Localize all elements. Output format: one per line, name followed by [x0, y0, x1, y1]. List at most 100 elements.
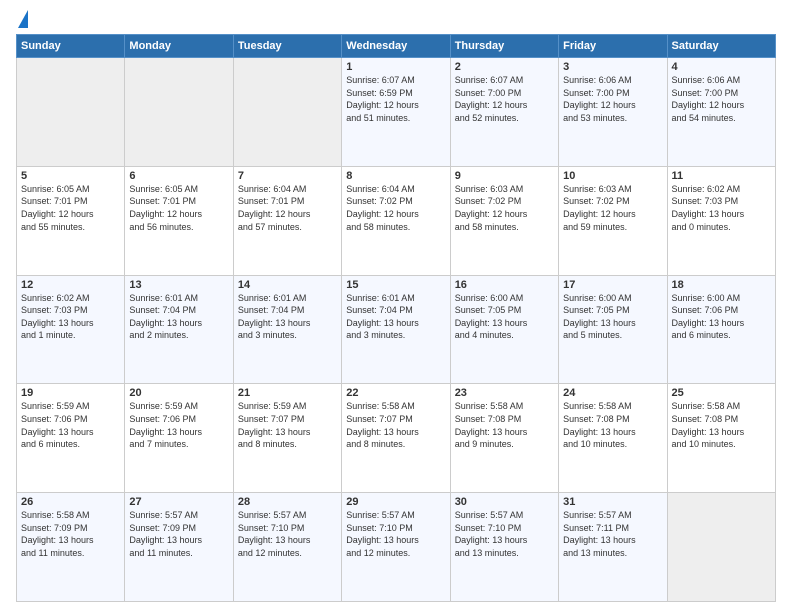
- day-info-text: Sunrise: 5:59 AM Sunset: 7:06 PM Dayligh…: [21, 400, 120, 450]
- weekday-header-thursday: Thursday: [450, 35, 558, 58]
- day-number: 13: [129, 279, 228, 291]
- day-number: 8: [346, 170, 445, 182]
- header: [16, 12, 776, 28]
- calendar-cell: 13Sunrise: 6:01 AM Sunset: 7:04 PM Dayli…: [125, 275, 233, 384]
- day-number: 16: [455, 279, 554, 291]
- calendar-week-row: 12Sunrise: 6:02 AM Sunset: 7:03 PM Dayli…: [17, 275, 776, 384]
- calendar-week-row: 1Sunrise: 6:07 AM Sunset: 6:59 PM Daylig…: [17, 58, 776, 167]
- day-number: 21: [238, 387, 337, 399]
- calendar-cell: 31Sunrise: 5:57 AM Sunset: 7:11 PM Dayli…: [559, 493, 667, 602]
- day-info-text: Sunrise: 5:58 AM Sunset: 7:07 PM Dayligh…: [346, 400, 445, 450]
- weekday-header-monday: Monday: [125, 35, 233, 58]
- calendar-cell: 10Sunrise: 6:03 AM Sunset: 7:02 PM Dayli…: [559, 166, 667, 275]
- day-number: 31: [563, 496, 662, 508]
- calendar-cell: 20Sunrise: 5:59 AM Sunset: 7:06 PM Dayli…: [125, 384, 233, 493]
- weekday-header-saturday: Saturday: [667, 35, 775, 58]
- calendar-cell: 21Sunrise: 5:59 AM Sunset: 7:07 PM Dayli…: [233, 384, 341, 493]
- calendar-cell: 9Sunrise: 6:03 AM Sunset: 7:02 PM Daylig…: [450, 166, 558, 275]
- day-info-text: Sunrise: 5:59 AM Sunset: 7:06 PM Dayligh…: [129, 400, 228, 450]
- calendar-body: 1Sunrise: 6:07 AM Sunset: 6:59 PM Daylig…: [17, 58, 776, 602]
- day-number: 17: [563, 279, 662, 291]
- weekday-header-wednesday: Wednesday: [342, 35, 450, 58]
- calendar-cell: 24Sunrise: 5:58 AM Sunset: 7:08 PM Dayli…: [559, 384, 667, 493]
- calendar-cell: 2Sunrise: 6:07 AM Sunset: 7:00 PM Daylig…: [450, 58, 558, 167]
- day-info-text: Sunrise: 5:58 AM Sunset: 7:08 PM Dayligh…: [455, 400, 554, 450]
- calendar-cell: 15Sunrise: 6:01 AM Sunset: 7:04 PM Dayli…: [342, 275, 450, 384]
- calendar-cell: [125, 58, 233, 167]
- calendar-week-row: 5Sunrise: 6:05 AM Sunset: 7:01 PM Daylig…: [17, 166, 776, 275]
- calendar-cell: 3Sunrise: 6:06 AM Sunset: 7:00 PM Daylig…: [559, 58, 667, 167]
- day-info-text: Sunrise: 6:02 AM Sunset: 7:03 PM Dayligh…: [672, 183, 771, 233]
- weekday-header-tuesday: Tuesday: [233, 35, 341, 58]
- day-number: 30: [455, 496, 554, 508]
- day-info-text: Sunrise: 5:57 AM Sunset: 7:10 PM Dayligh…: [238, 509, 337, 559]
- day-info-text: Sunrise: 6:01 AM Sunset: 7:04 PM Dayligh…: [346, 292, 445, 342]
- day-info-text: Sunrise: 6:05 AM Sunset: 7:01 PM Dayligh…: [21, 183, 120, 233]
- day-number: 14: [238, 279, 337, 291]
- day-number: 25: [672, 387, 771, 399]
- day-number: 26: [21, 496, 120, 508]
- calendar-cell: 11Sunrise: 6:02 AM Sunset: 7:03 PM Dayli…: [667, 166, 775, 275]
- weekday-header-sunday: Sunday: [17, 35, 125, 58]
- calendar-cell: 12Sunrise: 6:02 AM Sunset: 7:03 PM Dayli…: [17, 275, 125, 384]
- day-info-text: Sunrise: 6:00 AM Sunset: 7:05 PM Dayligh…: [563, 292, 662, 342]
- day-number: 9: [455, 170, 554, 182]
- calendar-cell: 29Sunrise: 5:57 AM Sunset: 7:10 PM Dayli…: [342, 493, 450, 602]
- weekday-header-friday: Friday: [559, 35, 667, 58]
- day-number: 23: [455, 387, 554, 399]
- day-info-text: Sunrise: 6:03 AM Sunset: 7:02 PM Dayligh…: [563, 183, 662, 233]
- day-info-text: Sunrise: 6:00 AM Sunset: 7:06 PM Dayligh…: [672, 292, 771, 342]
- calendar-header: SundayMondayTuesdayWednesdayThursdayFrid…: [17, 35, 776, 58]
- day-number: 12: [21, 279, 120, 291]
- calendar-cell: 16Sunrise: 6:00 AM Sunset: 7:05 PM Dayli…: [450, 275, 558, 384]
- calendar-cell: 25Sunrise: 5:58 AM Sunset: 7:08 PM Dayli…: [667, 384, 775, 493]
- calendar-cell: [667, 493, 775, 602]
- day-number: 11: [672, 170, 771, 182]
- calendar-table: SundayMondayTuesdayWednesdayThursdayFrid…: [16, 34, 776, 602]
- day-info-text: Sunrise: 5:57 AM Sunset: 7:10 PM Dayligh…: [455, 509, 554, 559]
- day-info-text: Sunrise: 5:58 AM Sunset: 7:08 PM Dayligh…: [672, 400, 771, 450]
- day-number: 5: [21, 170, 120, 182]
- day-info-text: Sunrise: 6:01 AM Sunset: 7:04 PM Dayligh…: [129, 292, 228, 342]
- calendar-week-row: 19Sunrise: 5:59 AM Sunset: 7:06 PM Dayli…: [17, 384, 776, 493]
- calendar-cell: 5Sunrise: 6:05 AM Sunset: 7:01 PM Daylig…: [17, 166, 125, 275]
- calendar-cell: 22Sunrise: 5:58 AM Sunset: 7:07 PM Dayli…: [342, 384, 450, 493]
- calendar-cell: 23Sunrise: 5:58 AM Sunset: 7:08 PM Dayli…: [450, 384, 558, 493]
- day-number: 22: [346, 387, 445, 399]
- day-info-text: Sunrise: 6:00 AM Sunset: 7:05 PM Dayligh…: [455, 292, 554, 342]
- day-info-text: Sunrise: 5:57 AM Sunset: 7:10 PM Dayligh…: [346, 509, 445, 559]
- day-info-text: Sunrise: 6:01 AM Sunset: 7:04 PM Dayligh…: [238, 292, 337, 342]
- calendar-cell: 19Sunrise: 5:59 AM Sunset: 7:06 PM Dayli…: [17, 384, 125, 493]
- day-info-text: Sunrise: 6:07 AM Sunset: 6:59 PM Dayligh…: [346, 74, 445, 124]
- day-number: 24: [563, 387, 662, 399]
- day-info-text: Sunrise: 6:02 AM Sunset: 7:03 PM Dayligh…: [21, 292, 120, 342]
- calendar-cell: 26Sunrise: 5:58 AM Sunset: 7:09 PM Dayli…: [17, 493, 125, 602]
- calendar-cell: 28Sunrise: 5:57 AM Sunset: 7:10 PM Dayli…: [233, 493, 341, 602]
- day-number: 18: [672, 279, 771, 291]
- day-info-text: Sunrise: 5:57 AM Sunset: 7:09 PM Dayligh…: [129, 509, 228, 559]
- day-number: 28: [238, 496, 337, 508]
- calendar-cell: 8Sunrise: 6:04 AM Sunset: 7:02 PM Daylig…: [342, 166, 450, 275]
- calendar-cell: 6Sunrise: 6:05 AM Sunset: 7:01 PM Daylig…: [125, 166, 233, 275]
- calendar-week-row: 26Sunrise: 5:58 AM Sunset: 7:09 PM Dayli…: [17, 493, 776, 602]
- calendar-cell: 14Sunrise: 6:01 AM Sunset: 7:04 PM Dayli…: [233, 275, 341, 384]
- logo-triangle-icon: [18, 10, 28, 28]
- page: SundayMondayTuesdayWednesdayThursdayFrid…: [0, 0, 792, 612]
- day-info-text: Sunrise: 6:04 AM Sunset: 7:02 PM Dayligh…: [346, 183, 445, 233]
- logo: [16, 12, 28, 28]
- calendar-cell: 7Sunrise: 6:04 AM Sunset: 7:01 PM Daylig…: [233, 166, 341, 275]
- day-number: 3: [563, 61, 662, 73]
- day-info-text: Sunrise: 5:58 AM Sunset: 7:08 PM Dayligh…: [563, 400, 662, 450]
- calendar-cell: 17Sunrise: 6:00 AM Sunset: 7:05 PM Dayli…: [559, 275, 667, 384]
- day-info-text: Sunrise: 6:06 AM Sunset: 7:00 PM Dayligh…: [563, 74, 662, 124]
- day-info-text: Sunrise: 6:05 AM Sunset: 7:01 PM Dayligh…: [129, 183, 228, 233]
- day-number: 19: [21, 387, 120, 399]
- day-info-text: Sunrise: 6:07 AM Sunset: 7:00 PM Dayligh…: [455, 74, 554, 124]
- day-number: 10: [563, 170, 662, 182]
- day-number: 27: [129, 496, 228, 508]
- day-info-text: Sunrise: 6:04 AM Sunset: 7:01 PM Dayligh…: [238, 183, 337, 233]
- day-number: 4: [672, 61, 771, 73]
- day-number: 29: [346, 496, 445, 508]
- day-number: 7: [238, 170, 337, 182]
- calendar-cell: 4Sunrise: 6:06 AM Sunset: 7:00 PM Daylig…: [667, 58, 775, 167]
